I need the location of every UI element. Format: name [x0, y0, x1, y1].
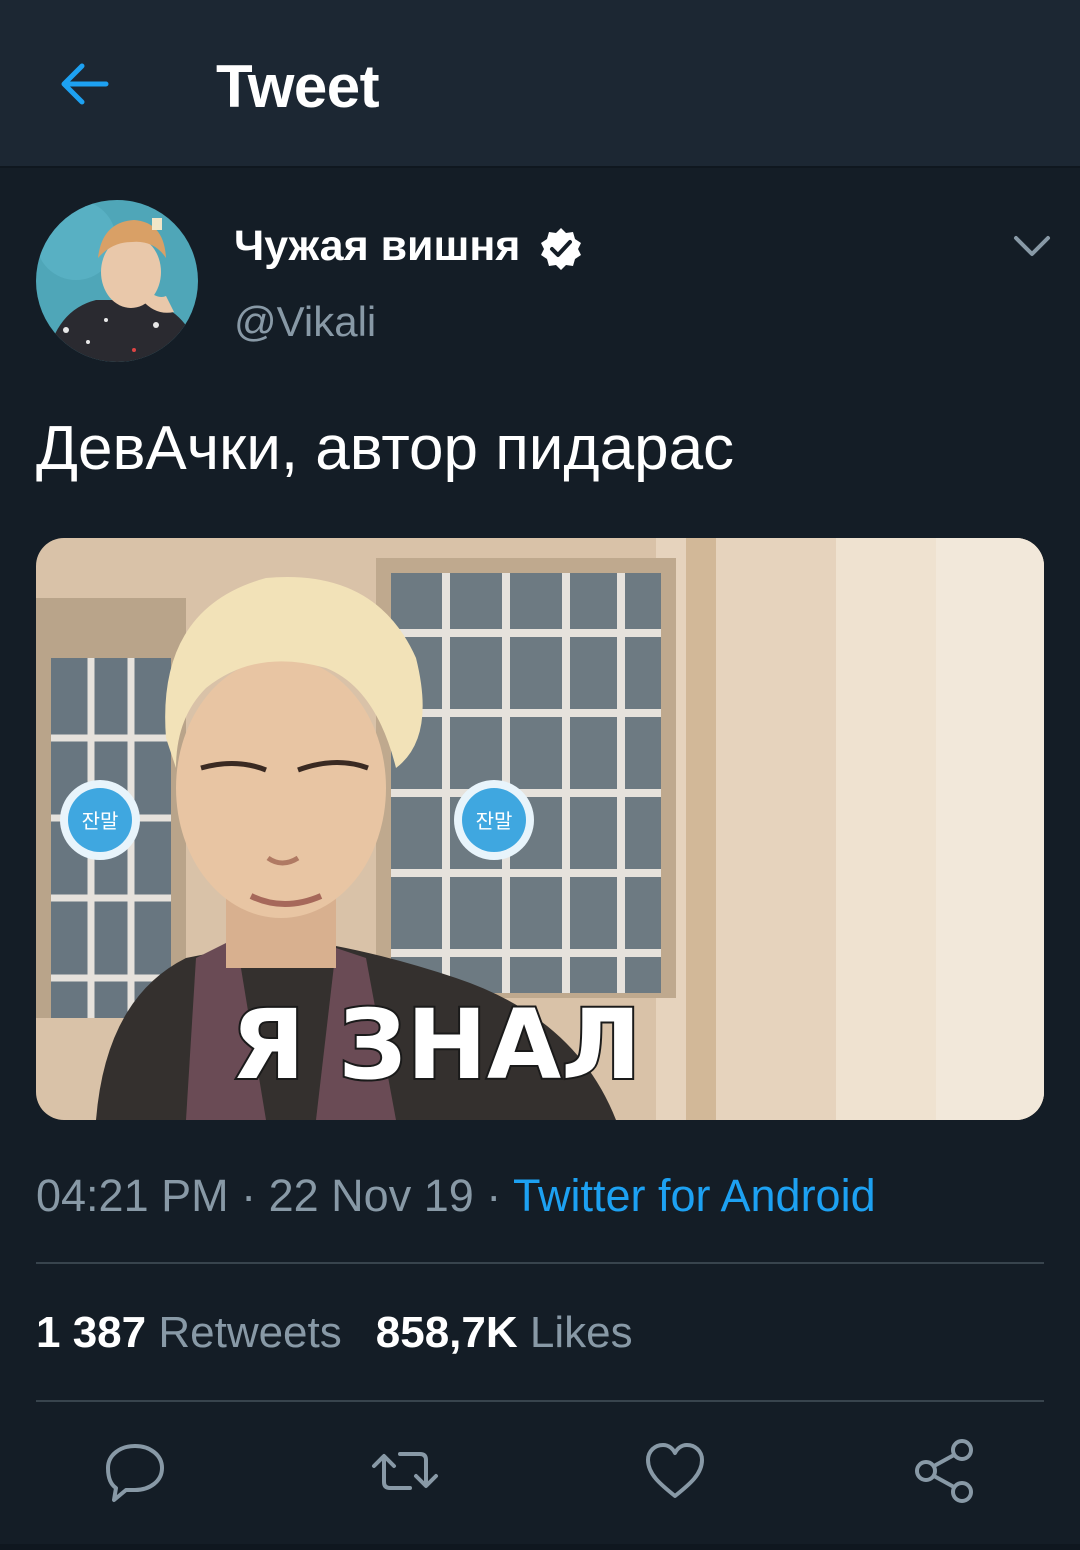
retweets-stat[interactable]: 1 387 Retweets: [36, 1308, 342, 1357]
tweet-media-image[interactable]: 잔말 잔말 Я ЗНАЛ: [36, 538, 1044, 1120]
likes-count: 858,7K: [375, 1308, 518, 1357]
avatar[interactable]: [36, 200, 198, 362]
separator: ·: [228, 1170, 269, 1221]
tweet-time: 04:21 PM: [36, 1170, 229, 1221]
retweet-icon[interactable]: [370, 1436, 440, 1506]
separator: ·: [473, 1170, 513, 1221]
likes-label: Likes: [529, 1308, 633, 1357]
page-title: Tweet: [216, 53, 380, 120]
like-icon[interactable]: [640, 1436, 710, 1506]
retweets-label: Retweets: [158, 1308, 342, 1357]
tweet-date: 22 Nov 19: [268, 1170, 474, 1221]
verified-badge-icon: [541, 228, 581, 270]
display-name[interactable]: Чужая вишня: [234, 222, 520, 271]
media-caption: Я ЗНАЛ: [231, 989, 641, 1101]
sticker-text-right: 잔말: [476, 809, 513, 833]
share-icon[interactable]: [910, 1436, 980, 1506]
sticker-text-left: 잔말: [82, 809, 119, 833]
chevron-down-icon[interactable]: [1010, 228, 1054, 264]
reply-icon[interactable]: [100, 1436, 170, 1506]
divider: [36, 1262, 1044, 1264]
tweet-stats: 1 387 Retweets 858,7K Likes: [36, 1308, 667, 1358]
tweet-text: ДевАчки, автор пидарас: [36, 414, 735, 483]
app-header: Tweet: [0, 0, 1080, 168]
divider: [36, 1400, 1044, 1402]
tweet-source-link[interactable]: Twitter for Android: [513, 1170, 876, 1221]
divider: [0, 1544, 1080, 1550]
user-handle[interactable]: @Vikali: [234, 298, 376, 346]
tweet-timestamp-line: 04:21 PM · 22 Nov 19 · Twitter for Andro…: [36, 1170, 876, 1222]
retweets-count: 1 387: [36, 1308, 147, 1357]
back-arrow-icon[interactable]: [56, 56, 112, 112]
likes-stat[interactable]: 858,7K Likes: [376, 1308, 633, 1357]
